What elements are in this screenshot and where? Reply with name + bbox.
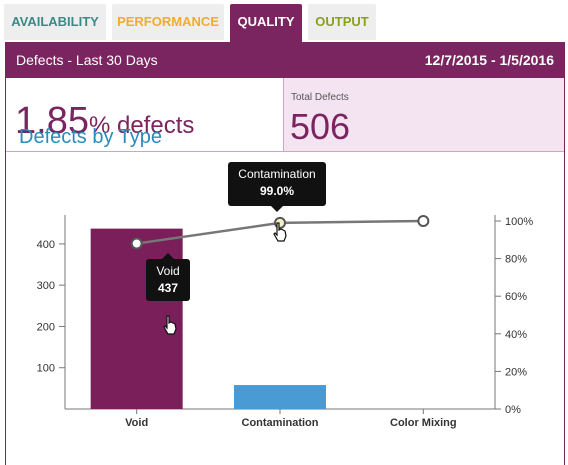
y2-tick-label: 60% xyxy=(505,291,527,303)
y-tick-label: 100 xyxy=(37,363,55,375)
y2-tick-label: 20% xyxy=(505,366,527,378)
contamination-tooltip-value: 99.0% xyxy=(259,184,295,198)
void-tooltip-value: 437 xyxy=(157,281,179,295)
y2-tick-label: 100% xyxy=(505,216,533,228)
y-tick-label: 400 xyxy=(37,239,55,251)
void-tooltip: Void 437 xyxy=(146,253,190,301)
y2-tick-label: 80% xyxy=(505,254,527,266)
line-point xyxy=(130,237,143,250)
y-tick-label: 200 xyxy=(37,321,55,333)
line-point xyxy=(417,215,430,227)
contamination-tooltip: Contamination 99.0% xyxy=(228,162,326,212)
hand-cursor-icon xyxy=(163,315,177,335)
y2-tick-label: 0% xyxy=(505,404,521,416)
x-tick-label: Color Mixing xyxy=(390,417,457,429)
x-tick-label: Contamination xyxy=(242,417,319,429)
tooltip-arrow xyxy=(162,253,174,259)
x-tick-label: Void xyxy=(125,417,148,429)
contamination-tooltip-label: Contamination xyxy=(238,167,316,181)
y2-tick-label: 40% xyxy=(505,329,527,341)
hand-cursor-icon xyxy=(273,222,287,242)
void-tooltip-label: Void xyxy=(156,264,180,278)
bar xyxy=(234,385,326,409)
y-tick-label: 300 xyxy=(37,280,55,292)
tooltip-arrow xyxy=(271,206,283,212)
